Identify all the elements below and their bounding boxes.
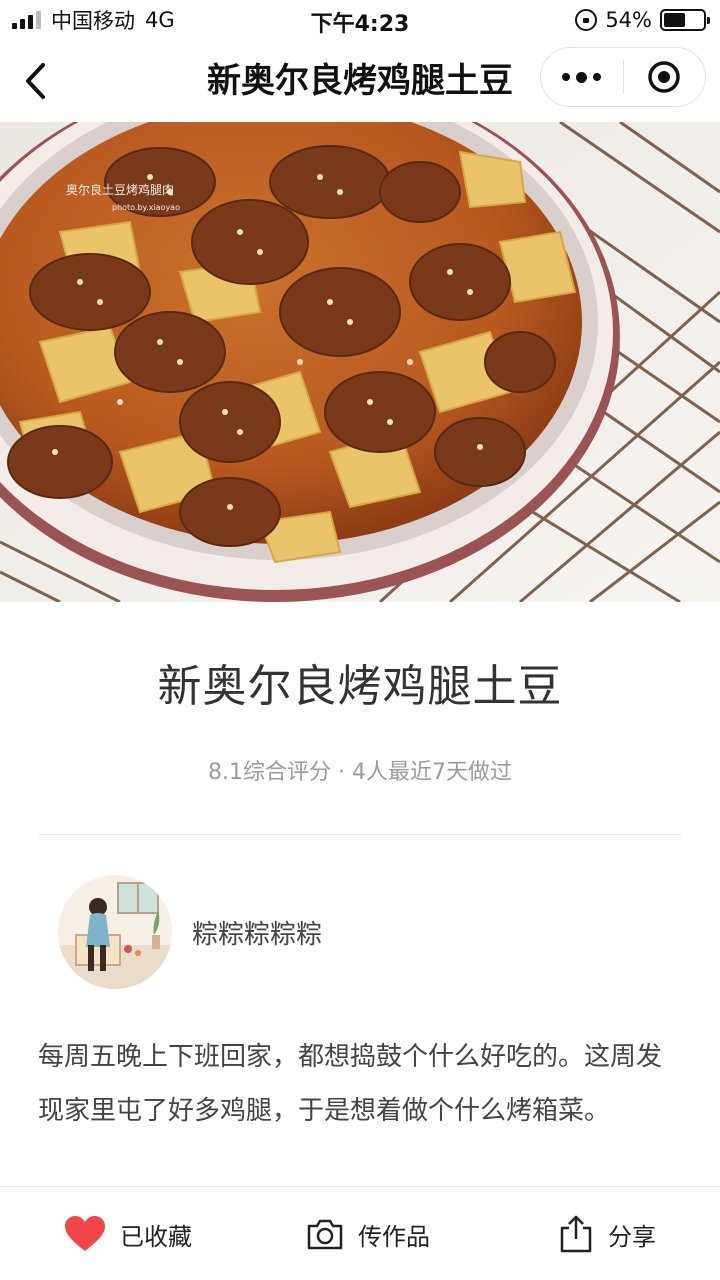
status-bar: 中国移动 4G 下午4:23 54% bbox=[0, 0, 720, 40]
recipe-title: 新奥尔良烤鸡腿土豆 bbox=[157, 661, 563, 712]
nav-bar: 新奥尔良烤鸡腿土豆 bbox=[0, 40, 720, 122]
heart-icon bbox=[65, 1216, 105, 1251]
more-dots-icon bbox=[562, 73, 571, 81]
favorite-button[interactable]: 已收藏 bbox=[64, 1187, 192, 1280]
upload-work-button[interactable]: 传作品 bbox=[306, 1187, 430, 1280]
target-circle-icon bbox=[648, 61, 680, 93]
nav-title: 新奥尔良烤鸡腿土豆 bbox=[207, 61, 513, 101]
author-row[interactable]: 粽粽粽粽粽 bbox=[58, 875, 322, 989]
section-divider bbox=[38, 834, 682, 835]
food-photo: 奥尔良土豆烤鸡腿肉 photo.by.xiaoyao bbox=[0, 122, 720, 602]
mini-program-capsule bbox=[540, 47, 706, 107]
chevron-left-icon bbox=[26, 63, 45, 99]
camera-icon bbox=[307, 1219, 343, 1250]
watermark-title: 奥尔良土豆烤鸡腿肉 bbox=[66, 182, 174, 197]
author-name[interactable]: 粽粽粽粽粽 bbox=[192, 914, 322, 951]
upload-work-label: 传作品 bbox=[358, 1222, 430, 1251]
share-label: 分享 bbox=[608, 1222, 656, 1251]
bottom-action-bar: 已收藏 传作品 分享 bbox=[0, 1186, 720, 1280]
recipe-meta: 8.1综合评分 · 4人最近7天做过 bbox=[208, 760, 512, 785]
avatar-illustration bbox=[58, 875, 172, 989]
share-icon bbox=[560, 1215, 592, 1253]
close-button[interactable] bbox=[624, 48, 706, 106]
recipe-description: 每周五晚上下班回家，都想捣鼓个什么好吃的。这周发现家里屯了好多鸡腿，于是想着做个… bbox=[38, 1042, 663, 1126]
battery-percent: 54% bbox=[605, 8, 652, 32]
avatar[interactable] bbox=[58, 875, 172, 989]
battery-fill bbox=[664, 13, 685, 27]
watermark-credit: photo.by.xiaoyao bbox=[112, 203, 180, 212]
favorite-label: 已收藏 bbox=[120, 1222, 192, 1251]
battery-icon bbox=[660, 9, 710, 31]
recipe-cover-image: 奥尔良土豆烤鸡腿肉 photo.by.xiaoyao bbox=[0, 122, 720, 602]
more-button[interactable] bbox=[541, 48, 623, 106]
share-button[interactable]: 分享 bbox=[558, 1187, 656, 1280]
status-right: 54% bbox=[575, 6, 710, 34]
back-button[interactable] bbox=[16, 56, 56, 106]
rotation-lock-icon bbox=[575, 9, 598, 31]
